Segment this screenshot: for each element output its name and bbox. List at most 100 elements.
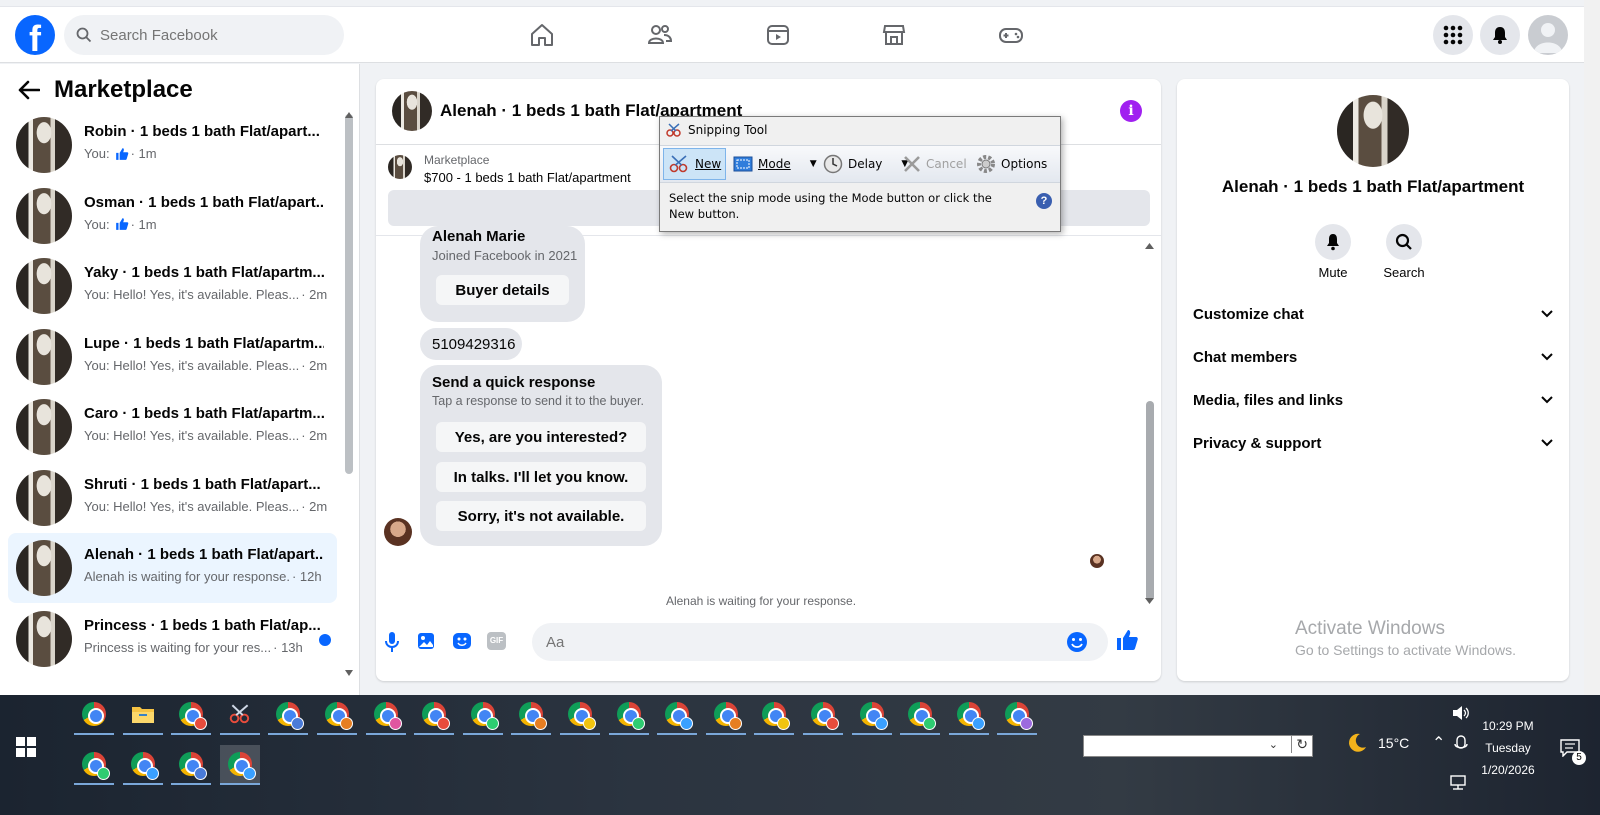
- listing-avatar[interactable]: [392, 91, 432, 131]
- conversation-item[interactable]: Alenah · 1 beds 1 bath Flat/apart... Ale…: [8, 533, 337, 603]
- conversation-item[interactable]: Yaky · 1 beds 1 bath Flat/apartm... You:…: [8, 251, 337, 321]
- scroll-up-arrow-icon[interactable]: [1145, 243, 1154, 249]
- quick-response-card: Send a quick response Tap a response to …: [420, 365, 662, 546]
- emoji-icon[interactable]: [1066, 631, 1088, 653]
- system-clock[interactable]: 10:29 PM Tuesday 1/20/2026: [1468, 715, 1548, 781]
- page-scrollbar[interactable]: [1584, 0, 1600, 695]
- search-conversation-button[interactable]: [1386, 224, 1422, 260]
- chrome-app[interactable]: [754, 695, 795, 735]
- help-icon[interactable]: ?: [1036, 193, 1052, 209]
- info-section-privacy-support[interactable]: Privacy & support: [1193, 423, 1553, 463]
- back-arrow-icon[interactable]: [18, 80, 40, 100]
- snipping-tool-app[interactable]: [219, 695, 260, 735]
- search-box[interactable]: [64, 15, 344, 55]
- conversation-item[interactable]: Caro · 1 beds 1 bath Flat/apartm... You:…: [8, 392, 337, 462]
- home-icon[interactable]: [526, 19, 558, 51]
- phone-number: 5109429316: [432, 336, 516, 353]
- quick-response-subtitle: Tap a response to send it to the buyer.: [432, 394, 644, 408]
- refresh-icon[interactable]: ↻: [1291, 736, 1308, 753]
- chrome-app[interactable]: [74, 745, 114, 785]
- chrome-app[interactable]: [365, 695, 406, 735]
- chrome-app[interactable]: [900, 695, 941, 735]
- scroll-up-arrow-icon[interactable]: [345, 112, 353, 118]
- preview-text: You: Hello! Yes, it's available. Pleas..…: [84, 428, 300, 443]
- weather-temperature[interactable]: 15°C: [1378, 735, 1409, 751]
- chrome-app[interactable]: [268, 695, 309, 735]
- dropdown-arrow-icon[interactable]: ⌄: [1269, 738, 1278, 751]
- message-input[interactable]: [532, 623, 1108, 661]
- conversation-item[interactable]: Shruti · 1 beds 1 bath Flat/apart... You…: [8, 463, 337, 533]
- mute-button[interactable]: [1315, 224, 1351, 260]
- snipping-tool-window[interactable]: Snipping Tool New Mode ▼ Delay ▼ Cancel …: [659, 116, 1061, 232]
- options-button[interactable]: Options: [971, 148, 1052, 180]
- chrome-app[interactable]: [74, 695, 114, 735]
- info-section-customize-chat[interactable]: Customize chat: [1193, 294, 1553, 334]
- microphone-icon[interactable]: [384, 631, 400, 653]
- chrome-app[interactable]: [171, 695, 212, 735]
- chrome-app[interactable]: [560, 695, 600, 735]
- conversation-item[interactable]: Osman · 1 beds 1 bath Flat/apart... You:…: [8, 181, 337, 251]
- buyer-card: Alenah Marie Joined Facebook in 2021 Buy…: [420, 226, 585, 322]
- file-explorer-app[interactable]: [122, 695, 163, 735]
- quick-reply-button[interactable]: Yes, are you interested?: [436, 422, 646, 452]
- new-snip-button[interactable]: New: [663, 148, 727, 180]
- chrome-app[interactable]: [803, 695, 843, 735]
- chrome-app[interactable]: [851, 695, 892, 735]
- cancel-button[interactable]: Cancel: [898, 148, 972, 180]
- search-icon: [76, 27, 92, 43]
- quick-reply-button[interactable]: In talks. I'll let you know.: [436, 462, 646, 492]
- conversation-avatar: [16, 469, 72, 526]
- gif-icon[interactable]: GIF: [487, 632, 506, 650]
- video-icon[interactable]: [762, 19, 794, 51]
- search-input[interactable]: [100, 26, 320, 44]
- scroll-down-arrow-icon[interactable]: [1145, 598, 1154, 604]
- chrome-app[interactable]: [317, 695, 357, 735]
- sticker-icon[interactable]: [452, 632, 472, 650]
- buyer-details-button[interactable]: Buyer details: [436, 275, 569, 305]
- taskbar-address-box[interactable]: ⌄ ↻: [1083, 735, 1313, 757]
- conversation-item[interactable]: Princess · 1 beds 1 bath Flat/ap... Prin…: [8, 604, 337, 674]
- info-icon[interactable]: i: [1120, 100, 1142, 122]
- sidebar-scrollbar[interactable]: [345, 114, 353, 474]
- conversation-item[interactable]: Lupe · 1 beds 1 bath Flat/apartm... You:…: [8, 322, 337, 392]
- chrome-app[interactable]: [414, 695, 455, 735]
- new-label: New: [695, 157, 722, 171]
- chrome-app[interactable]: [608, 695, 649, 735]
- chrome-app[interactable]: [511, 695, 552, 735]
- info-section-chat-members[interactable]: Chat members: [1193, 337, 1553, 377]
- section-label: Customize chat: [1193, 305, 1304, 323]
- chrome-app[interactable]: [997, 695, 1038, 735]
- mode-dropdown-arrow-icon[interactable]: ▼: [810, 159, 817, 169]
- info-section-media-files-and-links[interactable]: Media, files and links: [1193, 380, 1553, 420]
- windows-start-icon[interactable]: [16, 737, 36, 757]
- marketplace-icon[interactable]: [878, 19, 910, 51]
- chrome-app[interactable]: [948, 695, 989, 735]
- notifications-bell-icon[interactable]: [1480, 15, 1520, 55]
- like-thumb-icon[interactable]: [1115, 628, 1139, 652]
- chrome-app[interactable]: [462, 695, 503, 735]
- gaming-icon[interactable]: [995, 19, 1027, 51]
- conversation-item[interactable]: Robin · 1 beds 1 bath Flat/apart... You:…: [8, 110, 337, 180]
- menu-grid-icon[interactable]: [1433, 15, 1473, 55]
- thread-scrollbar[interactable]: [1146, 401, 1154, 601]
- info-avatar[interactable]: [1337, 95, 1409, 167]
- chrome-app[interactable]: [219, 745, 260, 785]
- friends-icon[interactable]: [644, 19, 676, 51]
- tray-chevron-up-icon[interactable]: ⌃: [1432, 733, 1445, 753]
- scroll-down-arrow-icon[interactable]: [345, 670, 353, 676]
- quick-reply-button[interactable]: Sorry, it's not available.: [436, 501, 646, 531]
- profile-avatar[interactable]: [1528, 15, 1568, 55]
- chrome-icon: [227, 752, 256, 780]
- network-icon[interactable]: [1450, 775, 1468, 791]
- photo-icon[interactable]: [417, 632, 435, 650]
- chrome-app[interactable]: [122, 745, 163, 785]
- facebook-logo[interactable]: f: [15, 15, 55, 55]
- weather-moon-icon[interactable]: [1345, 731, 1369, 755]
- mode-button[interactable]: Mode ▼: [728, 148, 822, 180]
- sender-avatar[interactable]: [384, 518, 412, 546]
- chrome-app[interactable]: [705, 695, 746, 735]
- chrome-app[interactable]: [657, 695, 698, 735]
- clock-time: 10:29 PM: [1482, 719, 1534, 733]
- chrome-app[interactable]: [171, 745, 212, 785]
- snipping-tool-titlebar[interactable]: Snipping Tool: [666, 123, 767, 137]
